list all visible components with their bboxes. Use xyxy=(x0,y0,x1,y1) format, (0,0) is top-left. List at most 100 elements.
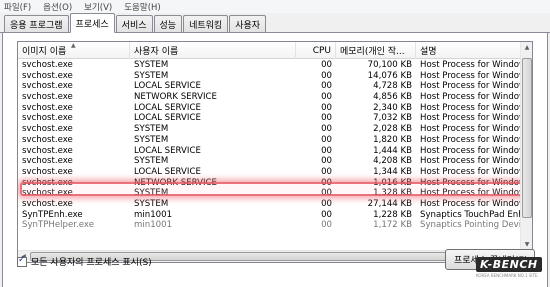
table-row[interactable]: svchost.exe LOCAL SERVICE 00 7,032 KB Host P… xyxy=(18,113,521,124)
table-row[interactable]: SynTPEnh.exe min1001 00 1,228 KB Synaptics T… xyxy=(18,210,521,221)
cell-image-name: svchost.exe xyxy=(22,166,73,177)
cell-cpu: 00 xyxy=(321,113,332,124)
cell-user-name: LOCAL SERVICE xyxy=(134,113,201,124)
cell-user-name: SYSTEM xyxy=(134,70,169,81)
cell-image-name: svchost.exe xyxy=(22,198,73,209)
cell-description: Host Process for Windows Ser xyxy=(420,145,521,156)
cell-memory: 2,028 KB xyxy=(373,124,412,135)
table-row[interactable]: svchost.exe LOCAL SERVICE 00 1,344 KB Host P… xyxy=(18,167,521,178)
cell-user-name: min1001 xyxy=(134,209,173,220)
table-row[interactable]: svchost.exe LOCAL SERVICE 00 4,728 KB Host P… xyxy=(18,81,521,92)
cell-image-name: svchost.exe xyxy=(22,92,73,103)
cell-cpu: 00 xyxy=(321,124,332,135)
check-icon: ✓ xyxy=(18,254,26,265)
cell-cpu: 00 xyxy=(321,209,332,220)
cell-cpu: 00 xyxy=(321,70,332,81)
cell-cpu: 00 xyxy=(321,92,332,103)
cell-image-name: svchost.exe xyxy=(22,102,73,113)
cell-image-name: svchost.exe xyxy=(22,177,73,188)
column-header-user-name[interactable]: 사용자 이름 xyxy=(130,42,296,59)
cell-memory: 70,100 KB xyxy=(367,60,412,70)
cell-user-name: SYSTEM xyxy=(134,198,169,209)
tab-applications[interactable]: 응용 프로그램 xyxy=(4,15,69,32)
cell-memory: 1,344 KB xyxy=(373,166,412,177)
cell-cpu: 00 xyxy=(321,177,332,188)
tab-services[interactable]: 서비스 xyxy=(115,15,153,32)
menu-options[interactable]: 옵션(O) xyxy=(43,1,72,13)
table-row[interactable]: svchost.exe LOCAL SERVICE 00 1,444 KB Host P… xyxy=(18,146,521,157)
cell-memory: 7,032 KB xyxy=(373,113,412,124)
cell-cpu: 00 xyxy=(321,81,332,92)
cell-user-name: LOCAL SERVICE xyxy=(134,166,201,177)
cell-cpu: 00 xyxy=(321,145,332,156)
cell-description: Synaptics TouchPad Enhance xyxy=(420,209,521,220)
table-row[interactable]: svchost.exe SYSTEM 00 27,144 KB Host Process… xyxy=(18,199,521,210)
cell-description: Host Process for Windows Ser xyxy=(420,177,521,188)
process-list[interactable]: 이미지 이름 ▲ 사용자 이름 CPU 메모리(개인 작... 설명 svcho… xyxy=(17,41,533,263)
column-header-description[interactable]: 설명 xyxy=(416,42,521,59)
cell-image-name: svchost.exe xyxy=(22,113,73,124)
cell-image-name: svchost.exe xyxy=(22,81,73,92)
cell-cpu: 00 xyxy=(321,220,332,231)
table-row[interactable]: svchost.exe SYSTEM 00 4,208 KB Host Process … xyxy=(18,156,521,167)
cell-memory: 14,076 KB xyxy=(367,70,412,81)
watermark-logo: K-BENCH xyxy=(476,257,542,272)
cell-memory: 4,728 KB xyxy=(373,81,412,92)
cell-description: Host Process for Windows Ser xyxy=(420,134,521,145)
table-row[interactable]: svchost.exe SYSTEM 00 1,328 KB Host Process … xyxy=(18,188,521,199)
tab-strip: 응용 프로그램 프로세스 서비스 성능 네트워킹 사용자 xyxy=(0,13,550,33)
show-all-checkbox[interactable]: ✓ xyxy=(17,254,27,267)
tab-performance[interactable]: 성능 xyxy=(153,15,183,32)
cell-memory: 4,856 KB xyxy=(373,92,412,103)
table-row[interactable]: svchost.exe SYSTEM 00 70,100 KB Host Process… xyxy=(18,60,521,71)
column-header-memory[interactable]: 메모리(개인 작... xyxy=(336,42,416,59)
cell-cpu: 00 xyxy=(321,198,332,209)
table-row[interactable]: svchost.exe SYSTEM 00 14,076 KB Host Process… xyxy=(18,71,521,82)
scroll-up-icon[interactable]: ▲ xyxy=(521,42,532,53)
process-rows: svchost.exe SYSTEM 00 70,100 KB Host Process… xyxy=(18,60,521,231)
cell-description: Host Process for Windows Ser xyxy=(420,70,521,81)
show-all-label: 모든 사용자의 프로세스 표시(S) xyxy=(31,258,152,268)
menu-view[interactable]: 보기(V) xyxy=(84,1,112,13)
menu-file[interactable]: 파일(F) xyxy=(4,1,31,13)
cell-description: Synaptics Pointing Device Hel xyxy=(420,220,521,231)
cell-cpu: 00 xyxy=(321,188,332,199)
cell-user-name: SYSTEM xyxy=(134,60,169,70)
cell-user-name: LOCAL SERVICE xyxy=(134,145,201,156)
column-header-image-name[interactable]: 이미지 이름 ▲ xyxy=(18,42,130,59)
cell-memory: 1,228 KB xyxy=(373,209,412,220)
cell-memory: 1,444 KB xyxy=(373,145,412,156)
tab-users[interactable]: 사용자 xyxy=(229,15,267,32)
table-row[interactable]: svchost.exe LOCAL SERVICE 00 2,340 KB Host P… xyxy=(18,103,521,114)
cell-description: Host Process for Windows Ser xyxy=(420,198,521,209)
cell-description: Host Process for Windows Ser xyxy=(420,156,521,167)
cell-user-name: NETWORK SERVICE xyxy=(134,92,217,103)
vertical-scrollbar[interactable]: ▲ ▼ xyxy=(520,42,532,250)
cell-description: Host Process for Windows Ser xyxy=(420,124,521,135)
cell-memory: 1,328 KB xyxy=(373,188,412,199)
cell-image-name: svchost.exe xyxy=(22,188,73,199)
cell-user-name: min1001 xyxy=(134,220,173,231)
cell-memory: 2,340 KB xyxy=(373,102,412,113)
cell-description: Host Process for Windows Ser xyxy=(420,166,521,177)
cell-user-name: SYSTEM xyxy=(134,124,169,135)
column-header-cpu[interactable]: CPU xyxy=(296,42,336,59)
table-row[interactable]: svchost.exe NETWORK SERVICE 00 4,856 KB Host… xyxy=(18,92,521,103)
vertical-scroll-thumb[interactable] xyxy=(522,58,532,218)
tab-networking[interactable]: 네트워킹 xyxy=(183,15,229,32)
table-row[interactable]: SynTPHelper.exe min1001 00 1,172 KB Synaptic… xyxy=(18,220,521,231)
cell-description: Host Process for Windows Ser xyxy=(420,92,521,103)
table-row[interactable]: svchost.exe NETWORK SERVICE 00 1,016 KB Host… xyxy=(18,178,521,189)
table-row[interactable]: svchost.exe SYSTEM 00 1,820 KB Host Process … xyxy=(18,135,521,146)
cell-image-name: svchost.exe xyxy=(22,145,73,156)
table-row[interactable]: svchost.exe SYSTEM 00 2,028 KB Host Process … xyxy=(18,124,521,135)
menu-help[interactable]: 도움말(H) xyxy=(124,1,160,13)
tab-processes[interactable]: 프로세스 xyxy=(69,13,115,33)
cell-memory: 4,208 KB xyxy=(373,156,412,167)
cell-description: Host Process for Windows Ser xyxy=(420,81,521,92)
cell-image-name: SynTPEnh.exe xyxy=(22,209,83,220)
cell-memory: 27,144 KB xyxy=(367,198,412,209)
cell-user-name: SYSTEM xyxy=(134,188,169,199)
list-header: 이미지 이름 ▲ 사용자 이름 CPU 메모리(개인 작... 설명 xyxy=(18,42,521,59)
show-all-processes-option[interactable]: ✓ 모든 사용자의 프로세스 표시(S) xyxy=(17,255,152,268)
